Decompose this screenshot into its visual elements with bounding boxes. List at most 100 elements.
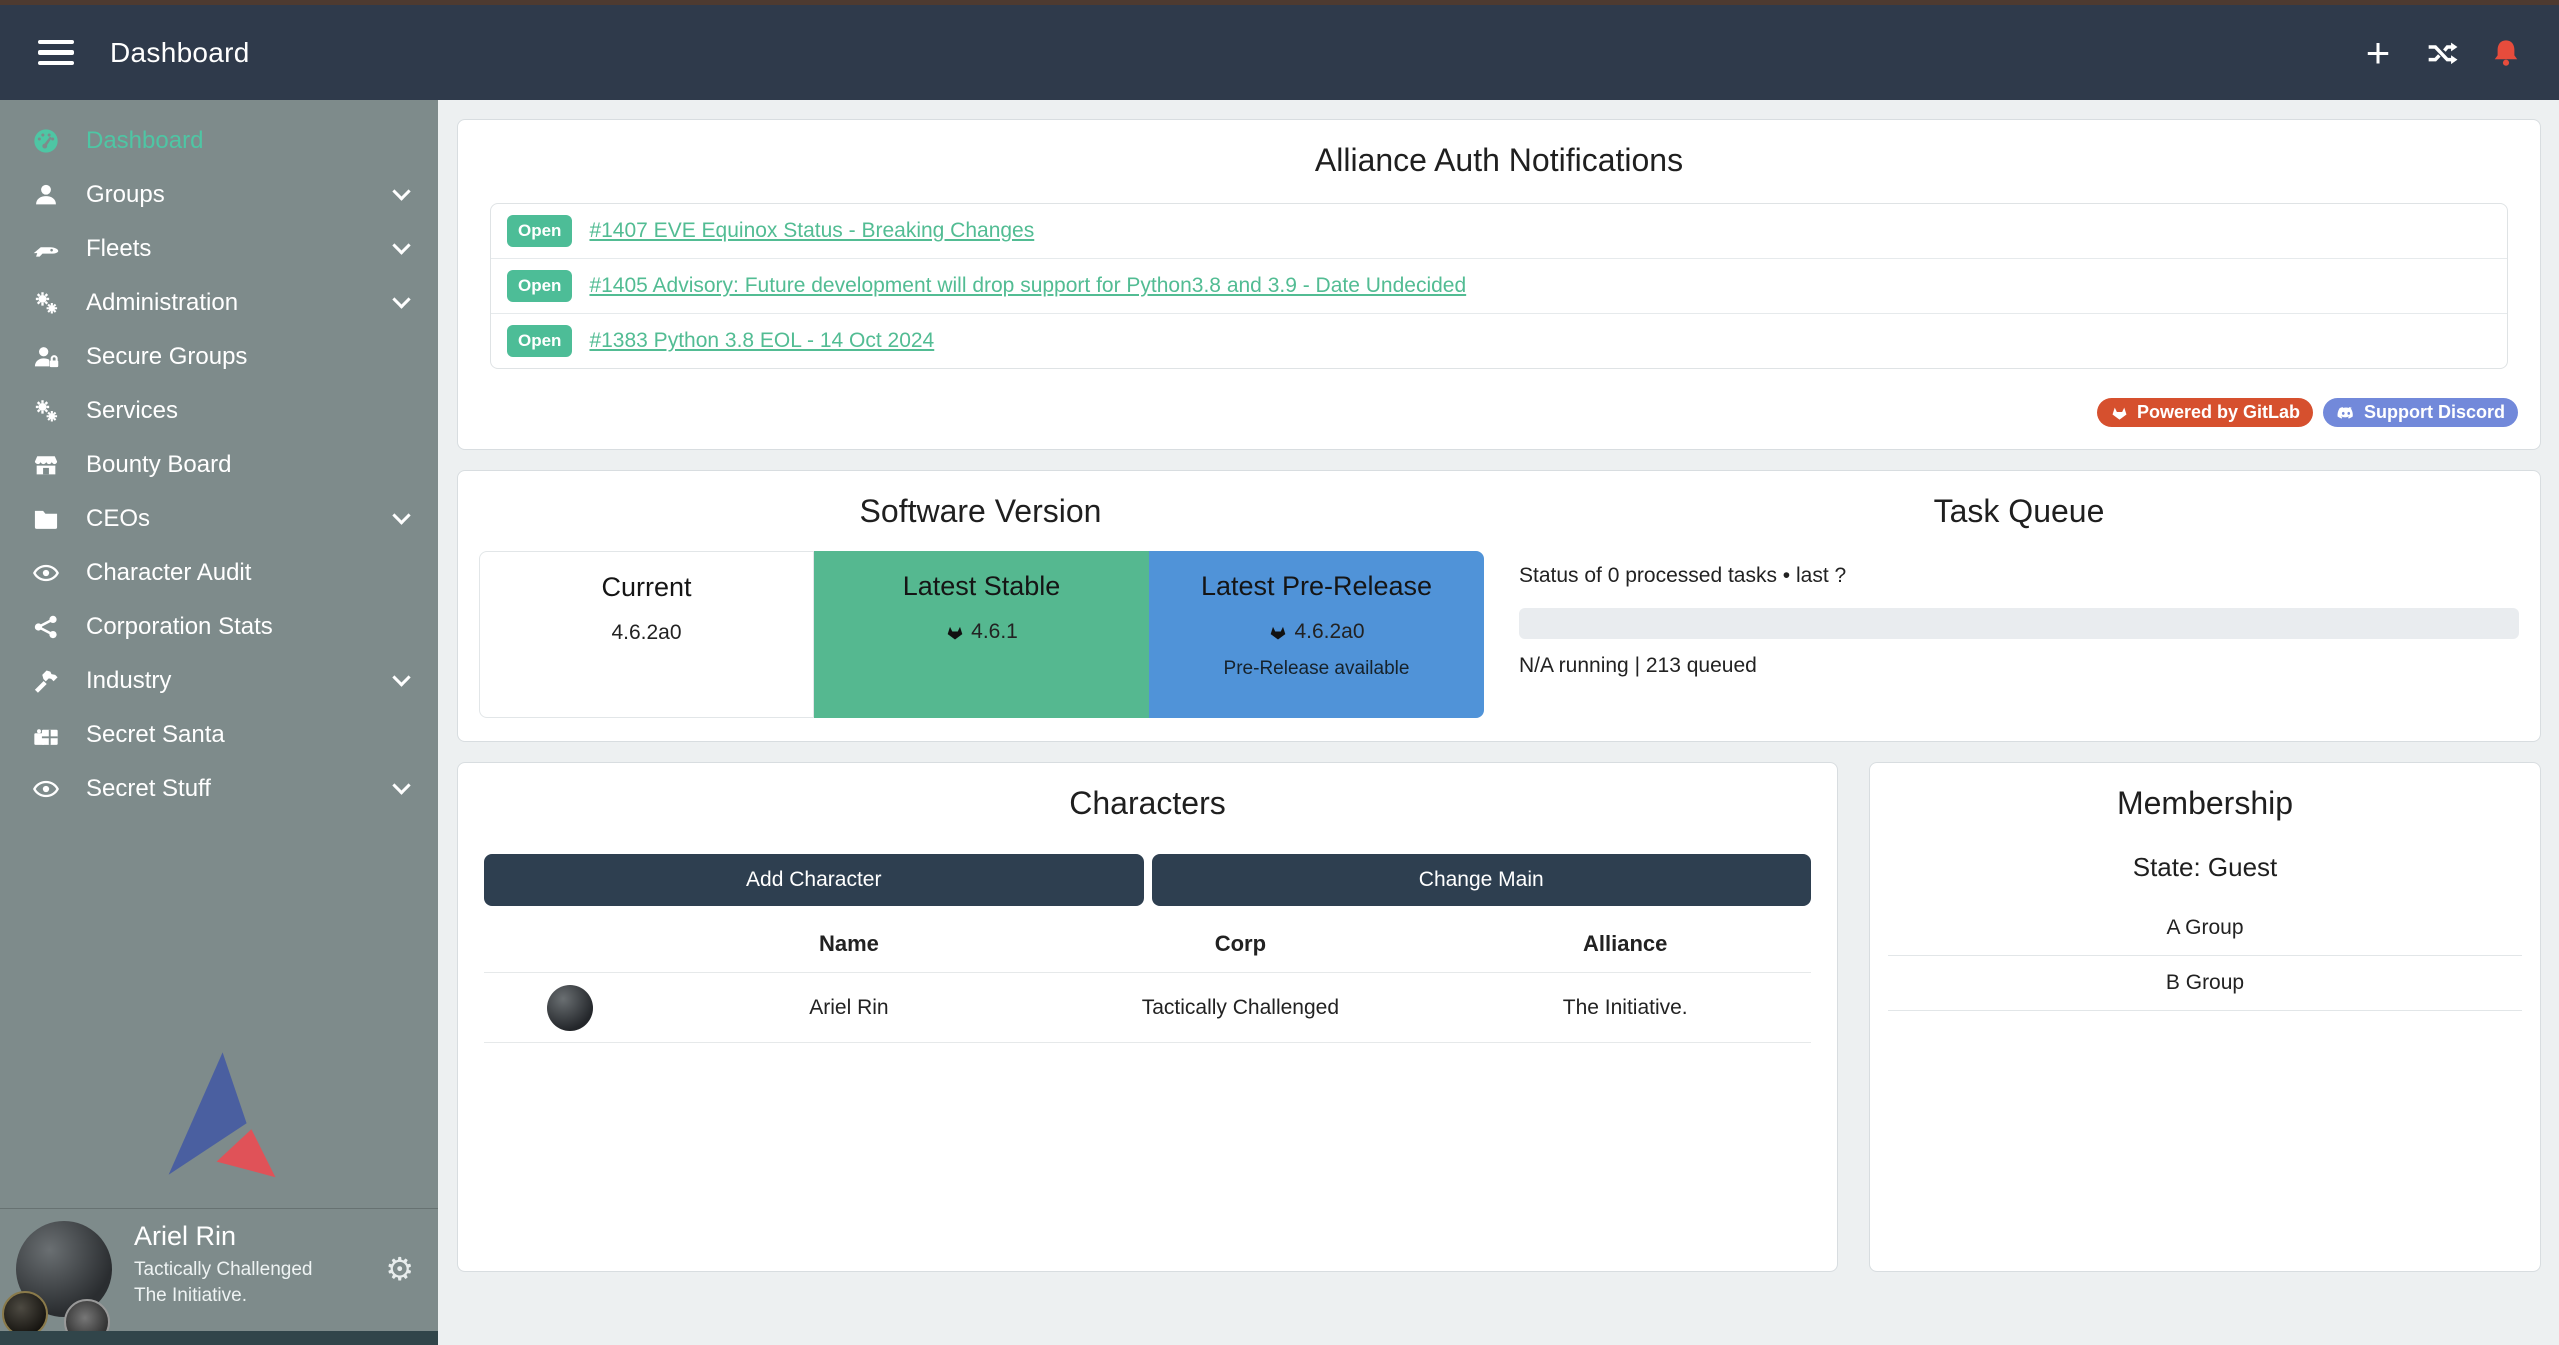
notification-row: Open #1383 Python 3.8 EOL - 14 Oct 2024 (491, 313, 2507, 368)
notification-row: Open #1405 Advisory: Future development … (491, 258, 2507, 313)
character-alliance: The Initiative. (1439, 973, 1811, 1043)
status-badge: Open (507, 325, 572, 357)
add-icon[interactable]: + (2361, 36, 2395, 70)
membership-groups-list: A Group B Group (1888, 901, 2522, 1011)
notification-row: Open #1407 EVE Equinox Status - Breaking… (491, 204, 2507, 258)
membership-state: State: Guest (1870, 852, 2540, 883)
sidebar-item-label: Groups (86, 181, 165, 209)
membership-title: Membership (1870, 785, 2540, 822)
sidebar-item-groups[interactable]: Groups (0, 168, 438, 222)
task-queue-section: Task Queue Status of 0 processed tasks •… (1503, 471, 2540, 741)
eye-icon (28, 775, 64, 803)
prerelease-version: 4.6.2a0 (1294, 620, 1364, 644)
sidebar-item-label: Secret Stuff (86, 775, 211, 803)
chevron-down-icon (392, 236, 410, 254)
shuttle-icon (28, 235, 64, 263)
eye-icon (28, 559, 64, 587)
sidebar-bottom-strip (0, 1331, 438, 1345)
gifts-icon (28, 721, 64, 749)
user-icon (28, 181, 64, 209)
alliance-auth-logo (159, 1052, 279, 1185)
sidebar-item-label: Industry (86, 667, 171, 695)
user-name: Ariel Rin (134, 1221, 313, 1252)
sidebar-item-bounty-board[interactable]: Bounty Board (0, 438, 438, 492)
hammer-icon (28, 667, 64, 695)
task-queue-title: Task Queue (1519, 493, 2519, 530)
column-header-alliance: Alliance (1439, 916, 1811, 973)
bell-icon[interactable] (2489, 36, 2523, 70)
sidebar-item-services[interactable]: Services (0, 384, 438, 438)
sidebar-item-fleets[interactable]: Fleets (0, 222, 438, 276)
gauge-icon (28, 127, 64, 155)
status-badge: Open (507, 215, 572, 247)
sidebar-item-administration[interactable]: Administration (0, 276, 438, 330)
user-lock-icon (28, 343, 64, 371)
chevron-down-icon (392, 668, 410, 686)
version-current-box: Current 4.6.2a0 (479, 551, 814, 718)
notification-link[interactable]: #1383 Python 3.8 EOL - 14 Oct 2024 (589, 329, 934, 353)
chevron-down-icon (392, 290, 410, 308)
sidebar-item-label: Services (86, 397, 178, 425)
table-row: Ariel Rin Tactically Challenged The Init… (484, 973, 1811, 1043)
prerelease-note: Pre-Release available (1149, 658, 1484, 680)
characters-table: Name Corp Alliance Ariel Rin Tactically … (484, 916, 1811, 1043)
sidebar-item-label: Dashboard (86, 127, 203, 155)
stable-version: 4.6.1 (971, 620, 1018, 644)
sidebar-item-corporation-stats[interactable]: Corporation Stats (0, 600, 438, 654)
column-header-corp: Corp (1041, 916, 1439, 973)
top-navbar: Dashboard + (0, 5, 2559, 100)
menu-icon[interactable] (38, 34, 74, 72)
sidebar-item-secret-santa[interactable]: Secret Santa (0, 708, 438, 762)
task-queue-status: Status of 0 processed tasks • last ? (1519, 564, 2519, 588)
sidebar-item-label: CEOs (86, 505, 150, 533)
notification-link[interactable]: #1405 Advisory: Future development will … (589, 274, 1466, 298)
chevron-down-icon (392, 506, 410, 524)
sidebar-item-label: Character Audit (86, 559, 251, 587)
notifications-title: Alliance Auth Notifications (458, 142, 2540, 179)
shuffle-icon[interactable] (2425, 36, 2459, 70)
sidebar: Dashboard Groups Fleets Administrati (0, 100, 438, 1345)
sidebar-user-panel: Ariel Rin Tactically Challenged The Init… (0, 1208, 438, 1331)
list-item: B Group (1888, 956, 2522, 1011)
current-version: 4.6.2a0 (611, 621, 681, 645)
version-queue-panel: Software Version Current 4.6.2a0 Latest … (457, 470, 2541, 742)
sidebar-item-ceos[interactable]: CEOs (0, 492, 438, 546)
support-discord-badge[interactable]: Support Discord (2323, 398, 2518, 427)
sidebar-item-label: Corporation Stats (86, 613, 273, 641)
membership-panel: Membership State: Guest A Group B Group (1869, 762, 2541, 1272)
software-version-section: Software Version Current 4.6.2a0 Latest … (458, 471, 1503, 741)
sidebar-item-label: Administration (86, 289, 238, 317)
sidebar-item-industry[interactable]: Industry (0, 654, 438, 708)
sidebar-item-character-audit[interactable]: Character Audit (0, 546, 438, 600)
discord-icon (2336, 403, 2356, 423)
sidebar-item-label: Secure Groups (86, 343, 247, 371)
change-main-button[interactable]: Change Main (1152, 854, 1812, 906)
main-content: Alliance Auth Notifications Open #1407 E… (438, 100, 2559, 1345)
settings-gear-icon[interactable]: ⚙ (385, 1253, 414, 1285)
sidebar-item-secure-groups[interactable]: Secure Groups (0, 330, 438, 384)
add-character-button[interactable]: Add Character (484, 854, 1144, 906)
chevron-down-icon (392, 776, 410, 794)
notifications-panel: Alliance Auth Notifications Open #1407 E… (457, 119, 2541, 450)
sidebar-item-label: Secret Santa (86, 721, 225, 749)
notification-link[interactable]: #1407 EVE Equinox Status - Breaking Chan… (589, 219, 1034, 243)
characters-panel: Characters Add Character Change Main Nam… (457, 762, 1838, 1272)
list-item: A Group (1888, 901, 2522, 956)
powered-by-gitlab-badge[interactable]: Powered by GitLab (2097, 398, 2313, 427)
share-nodes-icon (28, 613, 64, 641)
gitlab-icon (945, 622, 965, 642)
sidebar-item-dashboard[interactable]: Dashboard (0, 114, 438, 168)
sidebar-item-secret-stuff[interactable]: Secret Stuff (0, 762, 438, 816)
version-stable-box: Latest Stable 4.6.1 (814, 551, 1149, 718)
status-badge: Open (507, 270, 572, 302)
task-queue-info: N/A running | 213 queued (1519, 654, 2519, 678)
user-alliance: The Initiative. (134, 1285, 313, 1307)
sidebar-item-label: Bounty Board (86, 451, 231, 479)
task-queue-progressbar (1519, 608, 2519, 639)
character-avatar (547, 985, 593, 1031)
folder-icon (28, 505, 64, 533)
software-version-title: Software Version (458, 493, 1503, 530)
column-header-name: Name (657, 916, 1042, 973)
notifications-list: Open #1407 EVE Equinox Status - Breaking… (490, 203, 2508, 369)
user-corp: Tactically Challenged (134, 1259, 313, 1281)
